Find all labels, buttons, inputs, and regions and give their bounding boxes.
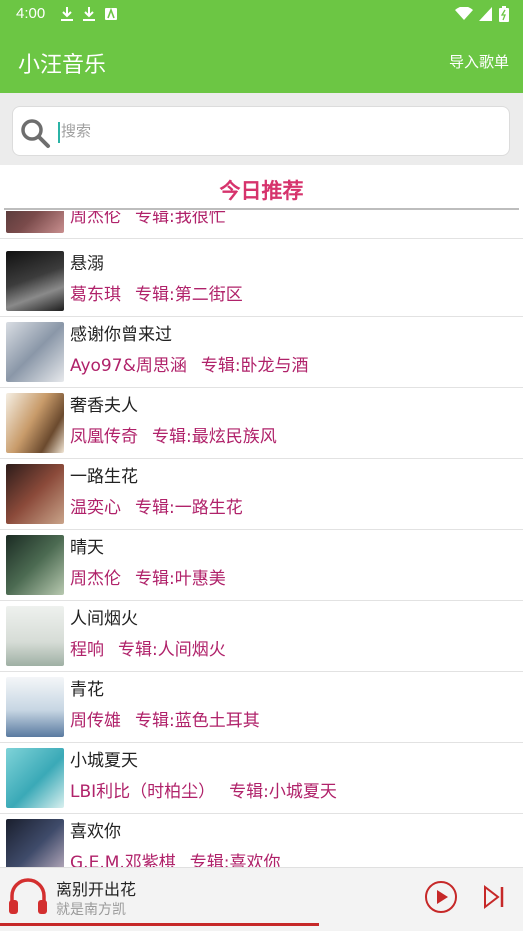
search-icon xyxy=(21,119,50,148)
song-meta: 程响 专辑:人间烟火 xyxy=(70,635,226,660)
song-artist: 程响 xyxy=(70,640,104,660)
song-album: 专辑:人间烟火 xyxy=(118,640,226,660)
song-artist: 周杰伦 xyxy=(70,569,121,589)
song-row[interactable]: 小城夏天 LBI利比（时柏尘） 专辑:小城夏天 xyxy=(0,743,523,814)
album-cover xyxy=(6,748,64,808)
recommend-title: 今日推荐 xyxy=(219,179,304,203)
wifi-icon xyxy=(455,7,473,20)
status-bar: 4:00 xyxy=(0,0,523,30)
song-row[interactable]: 悬溺 葛东琪 专辑:第二街区 xyxy=(0,246,523,317)
app-bar: 4:00 小汪音乐 导入歌单 xyxy=(0,0,523,93)
import-playlist-button[interactable]: 导入歌单 xyxy=(449,51,509,72)
system-icons xyxy=(455,6,509,22)
song-title: 人间烟火 xyxy=(70,609,138,629)
download-icon xyxy=(61,7,73,21)
song-meta: 温奕心 专辑:一路生花 xyxy=(70,493,243,518)
song-album: 专辑:一路生花 xyxy=(135,498,243,518)
song-artist: 葛东琪 xyxy=(70,285,121,305)
now-playing-title: 离别开出花 xyxy=(56,880,137,899)
song-meta: LBI利比（时柏尘） 专辑:小城夏天 xyxy=(70,777,337,802)
app-notification-icon xyxy=(105,7,117,20)
song-row[interactable]: 晴天 周杰伦 专辑:叶惠美 xyxy=(0,530,523,601)
song-row[interactable]: 感谢你曾来过 Ayo97&周思涵 专辑:卧龙与酒 xyxy=(0,317,523,388)
album-cover xyxy=(6,606,64,666)
song-artist: LBI利比（时柏尘） xyxy=(70,782,216,802)
song-meta: G.E.M.邓紫棋 专辑:喜欢你 xyxy=(70,848,281,867)
song-album: 专辑:卧龙与酒 xyxy=(200,356,309,376)
playback-progress-fill xyxy=(0,923,320,926)
album-cover xyxy=(6,535,64,595)
song-album: 专辑:第二街区 xyxy=(135,285,243,305)
album-cover xyxy=(6,393,64,453)
playback-progress[interactable] xyxy=(0,923,523,926)
song-album: 专辑:喜欢你 xyxy=(189,853,281,867)
song-meta: 周杰伦 专辑:我很忙 xyxy=(70,211,226,227)
song-row[interactable]: 周杰伦 专辑:我很忙 xyxy=(0,211,523,239)
song-row[interactable]: 一路生花 温奕心 专辑:一路生花 xyxy=(0,459,523,530)
song-meta: 凤凰传奇 专辑:最炫民族风 xyxy=(70,422,277,447)
search-input[interactable] xyxy=(61,113,501,149)
album-cover xyxy=(6,251,64,311)
album-cover xyxy=(6,211,64,233)
status-time: 4:00 xyxy=(16,5,46,22)
song-artist: 凤凰传奇 xyxy=(70,427,138,447)
album-cover xyxy=(6,322,64,382)
song-title: 奢香夫人 xyxy=(70,396,138,416)
song-list[interactable]: 周杰伦 专辑:我很忙 悬溺 葛东琪 专辑:第二街区 感谢你曾来过 Ayo97&周思涵… xyxy=(0,211,523,867)
song-row[interactable]: 奢香夫人 凤凰传奇 专辑:最炫民族风 xyxy=(0,388,523,459)
song-title: 青花 xyxy=(70,680,104,700)
recommend-divider xyxy=(4,208,519,210)
song-artist: 周传雄 xyxy=(70,711,121,731)
app-title: 小汪音乐 xyxy=(18,53,107,78)
song-title: 一路生花 xyxy=(70,467,138,487)
song-album: 专辑:最炫民族风 xyxy=(152,427,277,447)
song-title: 喜欢你 xyxy=(70,822,121,842)
notification-icons xyxy=(60,6,118,22)
mini-player[interactable]: 离别开出花 就是南方凯 xyxy=(0,867,523,931)
song-album: 专辑:叶惠美 xyxy=(135,569,226,589)
recommend-header: 今日推荐 xyxy=(0,165,523,210)
album-cover xyxy=(6,464,64,524)
song-title: 悬溺 xyxy=(70,254,104,274)
song-meta: 周传雄 专辑:蓝色土耳其 xyxy=(70,706,260,731)
song-artist: Ayo97&周思涵 xyxy=(70,356,187,376)
song-artist: 温奕心 xyxy=(70,498,121,518)
song-album: 专辑:蓝色土耳其 xyxy=(135,711,260,731)
search-area xyxy=(0,93,523,165)
song-album: 专辑:我很忙 xyxy=(135,211,226,227)
song-row[interactable]: 喜欢你 G.E.M.邓紫棋 专辑:喜欢你 xyxy=(0,814,523,867)
song-artist: 周杰伦 xyxy=(70,211,121,227)
play-button[interactable] xyxy=(424,880,458,914)
next-track-button[interactable] xyxy=(482,884,506,910)
search-box[interactable] xyxy=(12,106,510,156)
song-row[interactable]: 人间烟火 程响 专辑:人间烟火 xyxy=(0,601,523,672)
text-cursor xyxy=(58,122,60,143)
song-artist: G.E.M.邓紫棋 xyxy=(70,853,176,867)
song-title: 晴天 xyxy=(70,538,104,558)
album-cover xyxy=(6,677,64,737)
album-cover xyxy=(6,819,64,867)
signal-icon xyxy=(479,7,492,21)
song-meta: Ayo97&周思涵 专辑:卧龙与酒 xyxy=(70,351,309,376)
song-title: 小城夏天 xyxy=(70,751,138,771)
song-meta: 葛东琪 专辑:第二街区 xyxy=(70,280,243,305)
song-title: 感谢你曾来过 xyxy=(70,325,172,345)
song-album: 专辑:小城夏天 xyxy=(229,782,337,802)
song-row[interactable]: 青花 周传雄 专辑:蓝色土耳其 xyxy=(0,672,523,743)
headphones-icon xyxy=(9,878,47,914)
now-playing-artist: 就是南方凯 xyxy=(56,902,126,918)
download-icon xyxy=(83,7,95,21)
battery-icon xyxy=(499,6,509,22)
song-meta: 周杰伦 专辑:叶惠美 xyxy=(70,564,226,589)
